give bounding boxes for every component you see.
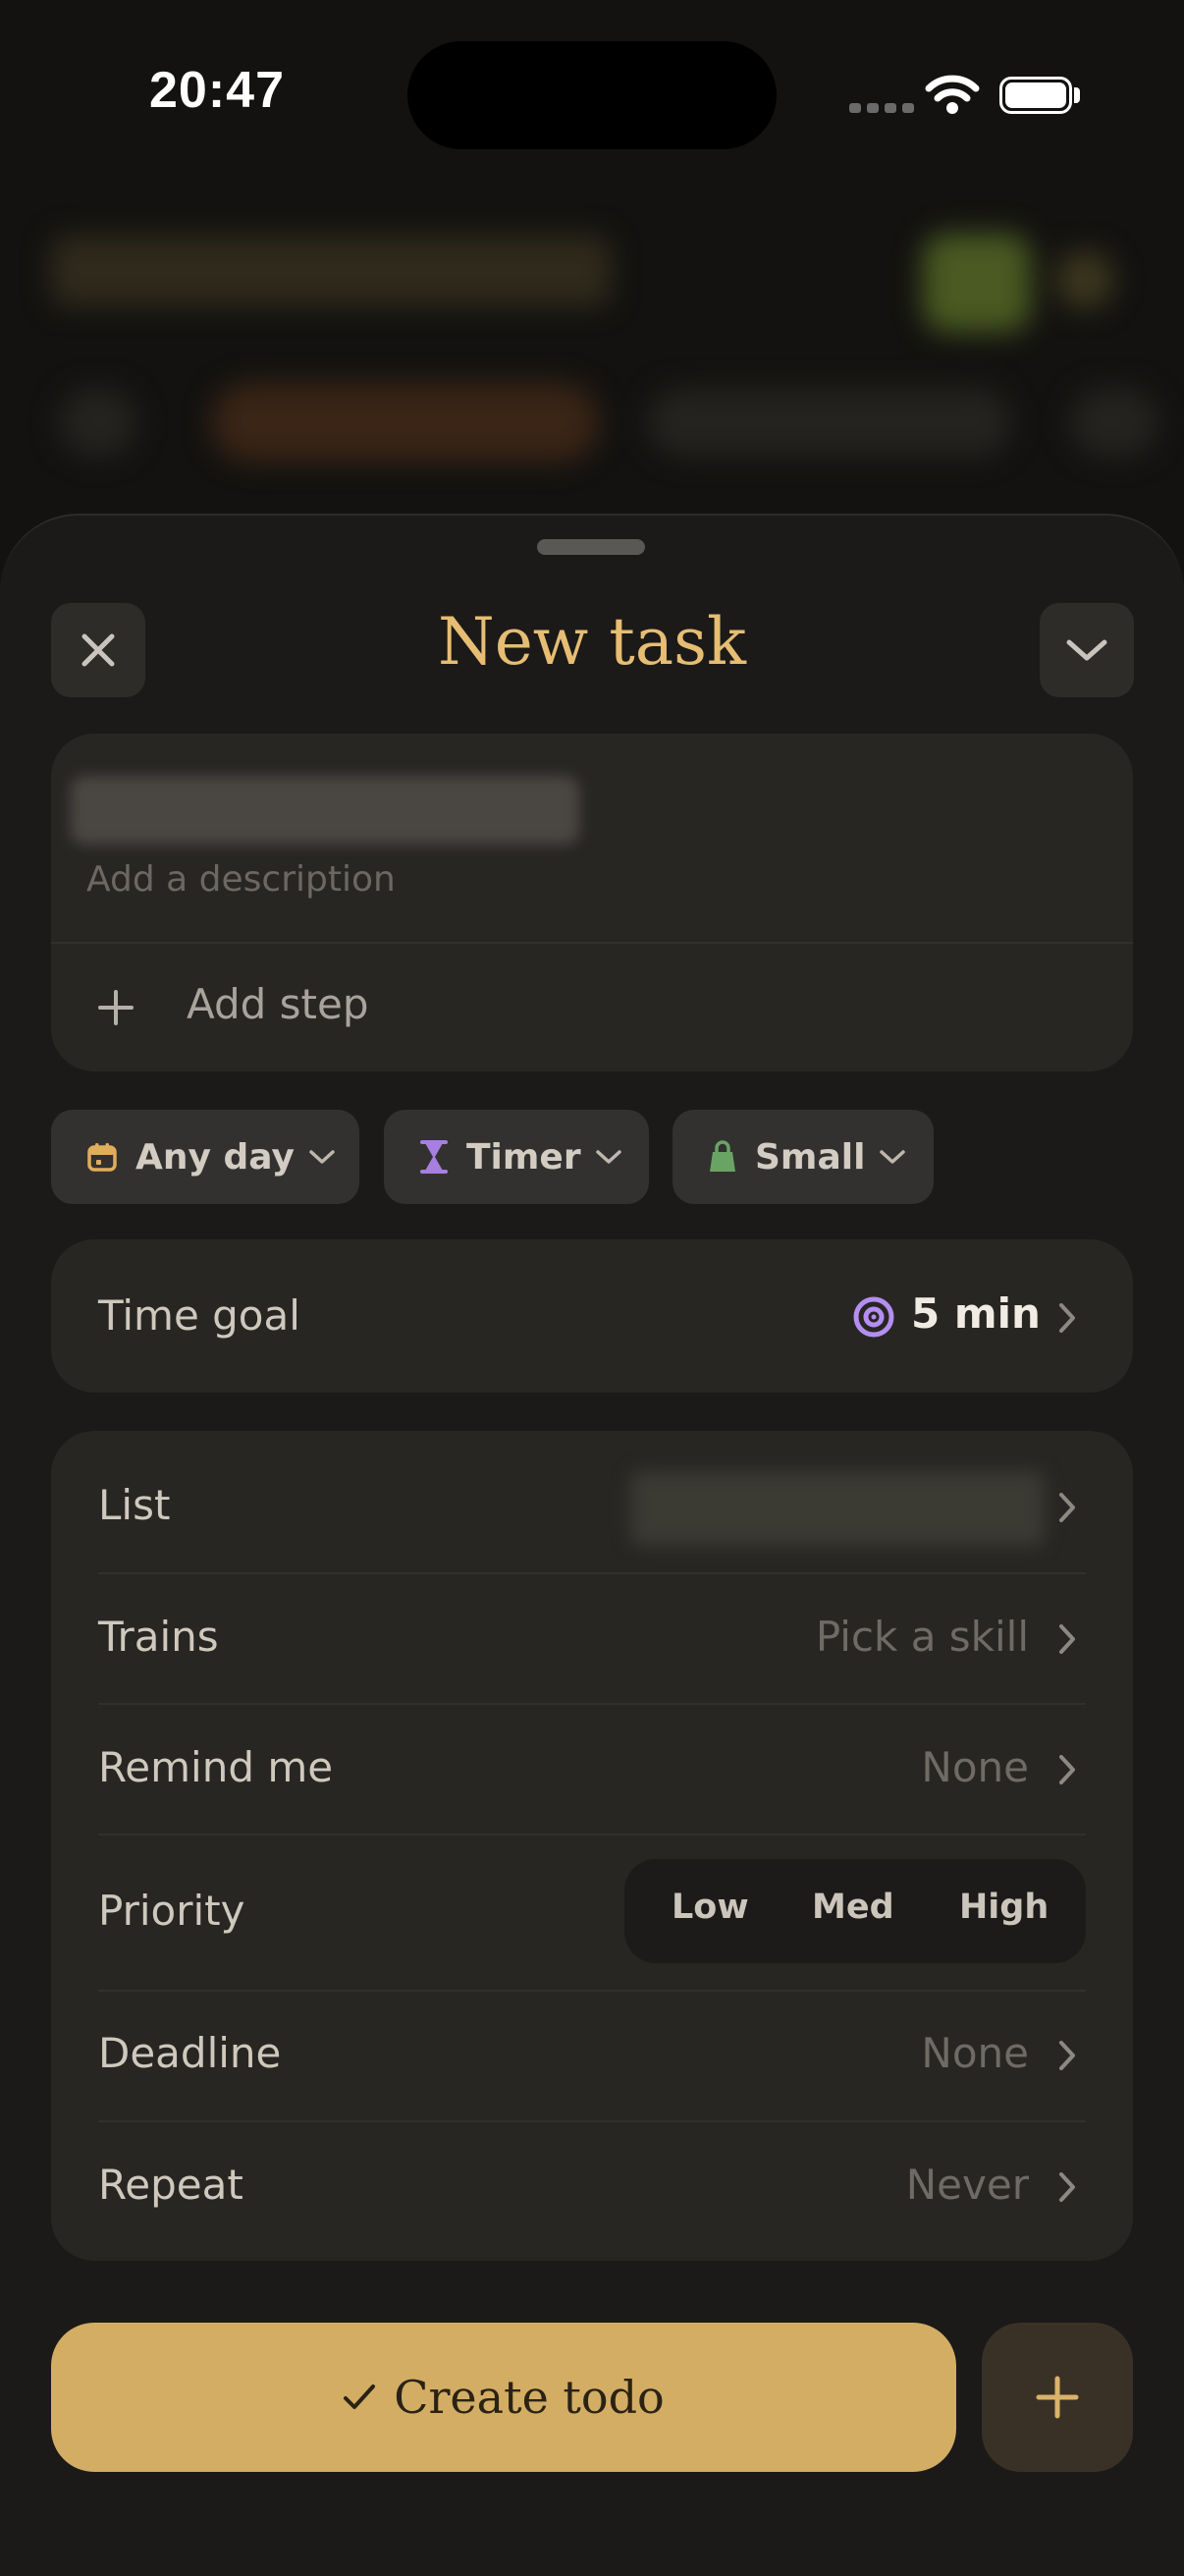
chevron-down-icon (1066, 639, 1107, 661)
hourglass-icon (420, 1140, 448, 1174)
battery-cap (1074, 87, 1080, 103)
trains-label: Trains (98, 1613, 219, 1661)
chip-label: Timer (466, 1136, 581, 1178)
dynamic-island (407, 41, 777, 149)
background-filter-pill (59, 388, 137, 457)
chip-any-day[interactable]: Any day (51, 1110, 359, 1204)
chip-label: Any day (135, 1136, 295, 1178)
divider (98, 1834, 1086, 1836)
sheet-title: New task (437, 604, 746, 680)
chevron-right-icon (1059, 2041, 1075, 2070)
cellular-signal-icon (849, 103, 914, 113)
divider (98, 2120, 1086, 2122)
chevron-down-icon (595, 1150, 621, 1164)
divider (98, 1703, 1086, 1705)
create-todo-button[interactable]: Create todo (51, 2323, 956, 2472)
chip-timer[interactable]: Timer (384, 1110, 649, 1204)
plus-icon (98, 990, 134, 1025)
time-goal-value: 5 min (911, 1289, 1041, 1338)
repeat-label: Repeat (98, 2161, 243, 2209)
list-label: List (98, 1481, 171, 1529)
priority-high[interactable]: High (959, 1888, 1049, 1927)
battery-icon (999, 77, 1072, 114)
sheet-grabber[interactable] (537, 539, 645, 555)
chevron-down-icon (880, 1150, 906, 1164)
chip-size[interactable]: Small (673, 1110, 934, 1204)
description-input[interactable]: Add a description (86, 859, 396, 900)
background-filter-pill (211, 383, 599, 462)
add-another-button[interactable] (982, 2323, 1133, 2472)
plus-icon (1036, 2376, 1079, 2419)
divider (98, 1572, 1086, 1574)
add-step-button[interactable]: Add step (187, 980, 369, 1028)
divider (98, 1990, 1086, 1992)
remind-value[interactable]: None (921, 1743, 1029, 1791)
priority-low[interactable]: Low (672, 1888, 749, 1927)
chevron-right-icon (1059, 1493, 1075, 1522)
weight-icon (710, 1140, 735, 1172)
deadline-value[interactable]: None (921, 2029, 1029, 2077)
time-goal-label: Time goal (98, 1291, 300, 1340)
chevron-right-icon (1059, 1303, 1075, 1333)
background-badge (1055, 250, 1114, 309)
trains-value[interactable]: Pick a skill (816, 1613, 1029, 1661)
target-icon (853, 1296, 894, 1338)
chevron-right-icon (1059, 1624, 1075, 1654)
background-filter-pill (648, 388, 1011, 457)
list-value[interactable] (630, 1471, 1045, 1546)
chevron-right-icon (1059, 2172, 1075, 2202)
checkmark-icon (344, 2384, 376, 2409)
task-name-input[interactable] (71, 776, 579, 845)
chevron-right-icon (1059, 1755, 1075, 1784)
background-filter-pill (1070, 388, 1158, 457)
priority-med[interactable]: Med (812, 1888, 894, 1927)
wifi-icon (925, 75, 980, 114)
deadline-label: Deadline (98, 2029, 282, 2077)
settings-card (51, 1431, 1133, 2261)
priority-label: Priority (98, 1887, 245, 1935)
chip-label: Small (755, 1136, 866, 1178)
status-time: 20:47 (149, 62, 285, 119)
background-title (51, 236, 611, 306)
repeat-value[interactable]: Never (906, 2161, 1029, 2209)
chevron-down-icon (309, 1150, 335, 1164)
background-avatar (923, 234, 1031, 332)
remind-label: Remind me (98, 1743, 334, 1791)
collapse-button[interactable] (1040, 603, 1134, 697)
create-todo-label: Create todo (394, 2371, 665, 2424)
divider (51, 942, 1133, 944)
calendar-icon (87, 1143, 117, 1172)
